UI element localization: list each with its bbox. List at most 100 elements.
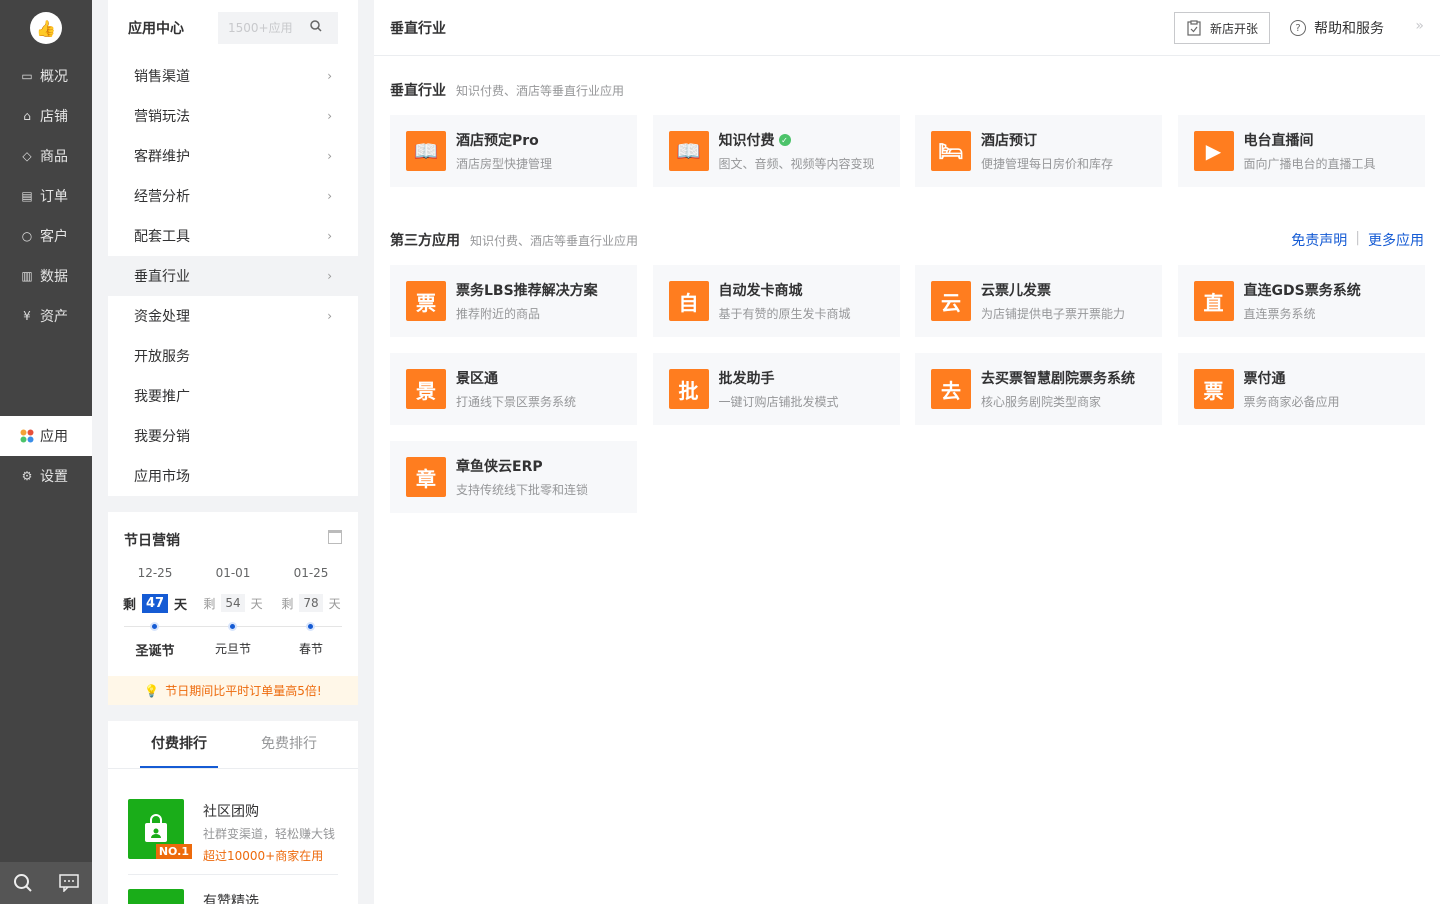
message-icon[interactable] (46, 862, 92, 904)
app-icon: 自 (668, 281, 709, 321)
section-title: 垂直行业 (390, 83, 446, 99)
app-card[interactable]: 景景区通 打通线下景区票务系统 (390, 353, 637, 425)
nav-item-settings[interactable]: ⚙ 设置 (0, 456, 92, 496)
menu-item[interactable]: 开放服务 (108, 336, 358, 376)
holiday-name: 元旦节 (214, 642, 251, 656)
menu-item-label: 营销玩法 (134, 109, 190, 125)
app-icon (128, 889, 184, 904)
app-card[interactable]: 🛏 酒店预订 便捷管理每日房价和库存 (915, 115, 1162, 187)
menu-item-label: 垂直行业 (134, 269, 190, 285)
app-name-text: 酒店预定Pro (456, 133, 539, 149)
nav-item-customers[interactable]: ○ 客户 (0, 216, 92, 256)
remain-prefix: 剩 (203, 596, 216, 611)
menu-item-label: 开放服务 (134, 349, 190, 365)
chevron-right-icon: › (327, 309, 332, 323)
help-button[interactable]: ? 帮助和服务 (1290, 12, 1384, 44)
app-center-sidebar: 应用中心 销售渠道 › 营销玩法 › 客群维护 › 经营分析 › 配套工具 › 垂直行业 › 资金处理 ›… (92, 0, 374, 904)
section-header-third-party: 第三方应用 知识付费、酒店等垂直行业应用 (390, 230, 638, 250)
menu-item[interactable]: 垂直行业 › (108, 256, 358, 296)
app-card[interactable]: 📖 知识付费 ✓ 图文、音频、视频等内容变现 (652, 115, 900, 187)
app-card-text: 票务LBS推荐解决方案 推荐附近的商品 (456, 280, 626, 322)
monitor-icon: ▭ (21, 69, 33, 83)
menu-item-label: 应用市场 (134, 469, 190, 485)
chevron-right-icon: › (327, 69, 332, 83)
app-card-text: 酒店预订 便捷管理每日房价和库存 (981, 130, 1151, 172)
app-name-text: 知识付费 (718, 133, 775, 149)
search-icon[interactable] (0, 862, 46, 904)
new-store-button[interactable]: 新店开张 (1174, 12, 1270, 44)
section-title: 第三方应用 (390, 233, 460, 249)
nav-item-apps[interactable]: 应用 (0, 416, 92, 456)
app-card[interactable]: 票票付通 票务商家必备应用 (1177, 353, 1425, 425)
app-card[interactable]: 章章鱼侠云ERP 支持传统线下批零和连锁 (390, 441, 637, 513)
ranking-item[interactable]: 有赞精选 (128, 889, 338, 904)
menu-item[interactable]: 销售渠道 › (108, 56, 358, 96)
menu-item[interactable]: 资金处理 › (108, 296, 358, 336)
menu-item[interactable]: 配套工具 › (108, 216, 358, 256)
nav-bottom-bar (0, 862, 92, 904)
holiday-countdown[interactable]: 12-25 剩 47 天 (116, 566, 194, 613)
chevron-right-icon: › (327, 269, 332, 283)
app-icon: 云 (931, 281, 971, 321)
nav-item-data[interactable]: ▥ 数据 (0, 256, 92, 296)
more-apps-link[interactable]: 更多应用 (1368, 230, 1424, 250)
timeline-dot (150, 622, 159, 631)
logo[interactable]: 👍 (30, 12, 62, 44)
menu-item-label: 配套工具 (134, 229, 190, 245)
ranking-tabs: 付费排行 免费排行 (108, 721, 358, 769)
app-name: 酒店预订 (981, 130, 1151, 150)
tab-paid-ranking[interactable]: 付费排行 (140, 721, 218, 768)
ranking-item-desc: 社群变渠道，轻松赚大钱 (203, 827, 336, 841)
divider (128, 874, 338, 875)
app-icon: 🛏 (931, 131, 971, 171)
chart-icon: ▥ (21, 269, 33, 283)
menu-item[interactable]: 应用市场 (108, 456, 358, 496)
nav-item-assets[interactable]: ¥ 资产 (0, 296, 92, 336)
page-title: 垂直行业 (390, 20, 446, 37)
app-icon: 去 (931, 369, 971, 409)
app-card[interactable]: 📖 酒店预定Pro 酒店房型快捷管理 (390, 115, 637, 187)
app-card[interactable]: ▶ 电台直播间 面向广播电台的直播工具 (1177, 115, 1425, 187)
nav-item-orders[interactable]: ▤ 订单 (0, 176, 92, 216)
menu-item[interactable]: 客群维护 › (108, 136, 358, 176)
nav-item-goods[interactable]: ◇ 商品 (0, 136, 92, 176)
holiday-date: 01-01 (215, 566, 251, 580)
yuan-icon: ¥ (23, 309, 31, 323)
gear-icon: ⚙ (21, 469, 33, 483)
calendar-icon[interactable] (328, 530, 342, 544)
remain-suffix: 天 (328, 596, 341, 611)
menu-item[interactable]: 经营分析 › (108, 176, 358, 216)
app-desc: 酒店房型快捷管理 (456, 157, 553, 171)
tab-free-ranking[interactable]: 免费排行 (234, 721, 344, 768)
ranking-item[interactable]: NO.1 社区团购 社群变渠道，轻松赚大钱 超过10000+商家在用 (128, 799, 338, 864)
app-desc: 票务商家必备应用 (1243, 395, 1340, 409)
holiday-countdown[interactable]: 01-01 剩 54 天 (194, 566, 272, 612)
menu-item-label: 我要分销 (134, 429, 190, 445)
nav-item-store[interactable]: ⌂ 店铺 (0, 96, 92, 136)
holiday-remaining: 剩 54 天 (194, 594, 272, 612)
app-card[interactable]: 去去买票智慧剧院票务系统 核心服务剧院类型商家 (915, 353, 1162, 425)
menu-item[interactable]: 我要分销 (108, 416, 358, 456)
app-card[interactable]: 直直连GDS票务系统 直连票务系统 (1177, 265, 1425, 337)
ranking-item-hot: 超过10000+商家在用 (203, 849, 324, 863)
menu-item[interactable]: 营销玩法 › (108, 96, 358, 136)
holiday-countdown[interactable]: 01-25 剩 78 天 (272, 566, 350, 612)
menu-item[interactable]: 我要推广 (108, 376, 358, 416)
search-input[interactable] (228, 21, 310, 35)
search-icon[interactable] (310, 20, 322, 36)
app-card[interactable]: 票票务LBS推荐解决方案 推荐附近的商品 (390, 265, 637, 337)
app-card[interactable]: 云云票儿发票 为店铺提供电子票开票能力 (915, 265, 1162, 337)
disclaimer-link[interactable]: 免责声明 (1291, 230, 1347, 250)
app-card-text: 章鱼侠云ERP 支持传统线下批零和连锁 (456, 456, 626, 498)
app-icon: 景 (406, 369, 446, 409)
app-card[interactable]: 批批发助手 一键订购店铺批发模式 (652, 353, 900, 425)
menu-item-label: 经营分析 (134, 189, 190, 205)
collapse-icon[interactable]: » (1415, 18, 1424, 34)
app-card-text: 酒店预定Pro 酒店房型快捷管理 (456, 130, 626, 172)
app-name: 去买票智慧剧院票务系统 (981, 368, 1151, 388)
days-remaining: 54 (221, 594, 245, 612)
nav-item-overview[interactable]: ▭ 概况 (0, 56, 92, 96)
ranking-item-name: 社区团购 (203, 804, 259, 820)
holiday-name: 圣诞节 (135, 644, 175, 659)
app-card[interactable]: 自自动发卡商城 基于有赞的原生发卡商城 (652, 265, 900, 337)
